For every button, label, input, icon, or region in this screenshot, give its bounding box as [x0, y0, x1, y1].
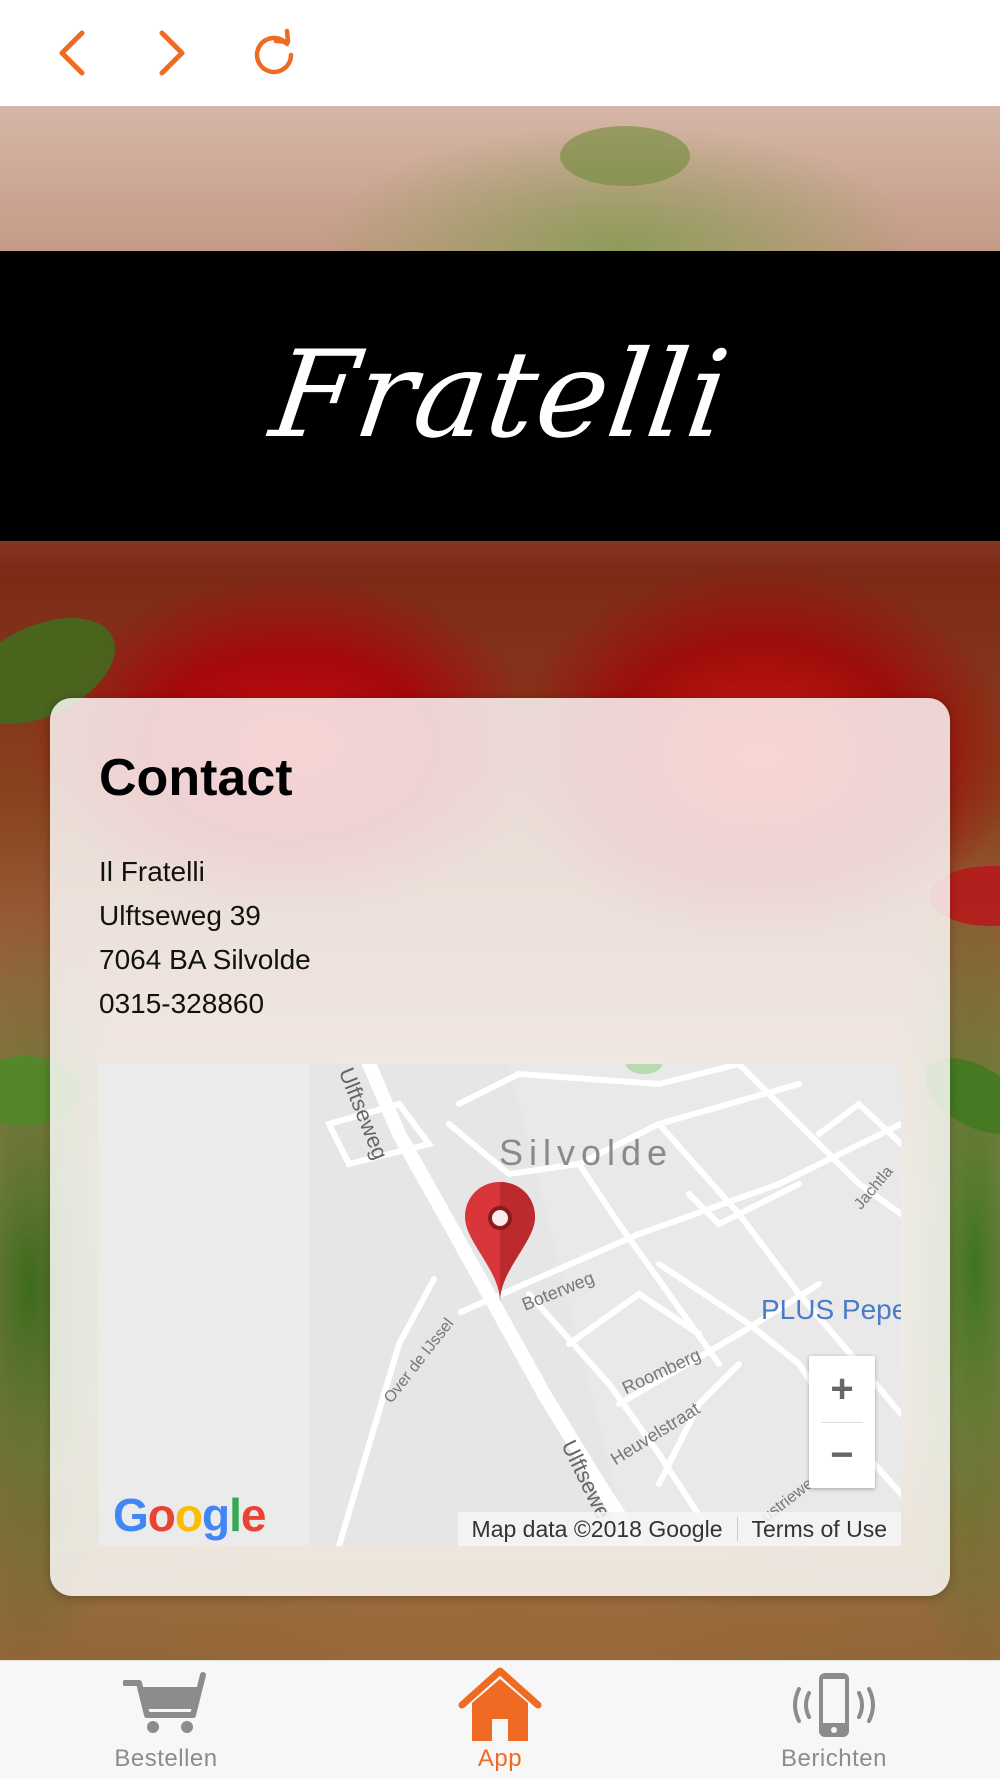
cart-icon — [123, 1672, 206, 1733]
contact-title: Contact — [99, 749, 293, 807]
home-icon — [458, 1667, 542, 1741]
browser-toolbar — [0, 0, 1000, 106]
reload-icon — [254, 28, 294, 75]
postal-city: 7064 BA Silvolde — [99, 944, 311, 975]
bottom-tab-bar: Bestellen App Berichten — [0, 1660, 1000, 1779]
phone-number[interactable]: 0315-328860 — [99, 982, 311, 1026]
forward-button[interactable] — [142, 24, 202, 82]
tab-bestellen[interactable]: Bestellen — [66, 1661, 266, 1779]
zoom-control: + − — [809, 1356, 875, 1488]
contact-address: Il Fratelli Ulftseweg 39 7064 BA Silvold… — [99, 850, 311, 1026]
zoom-in-button[interactable]: + — [809, 1356, 875, 1422]
chevron-left-icon — [59, 30, 85, 76]
phone-vibrate-icon — [793, 1673, 875, 1737]
terms-of-use-link[interactable]: Terms of Use — [738, 1516, 901, 1543]
google-logo[interactable]: Google — [113, 1488, 266, 1542]
restaurant-logo: Fratelli — [263, 326, 738, 465]
poi-label[interactable]: PLUS Pepe — [761, 1294, 901, 1326]
business-name: Il Fratelli — [99, 856, 205, 887]
reload-button[interactable] — [244, 24, 304, 82]
zoom-out-button[interactable]: − — [809, 1422, 875, 1488]
logo-banner: Fratelli — [0, 251, 1000, 541]
tab-app[interactable]: App — [400, 1661, 600, 1779]
tab-label: Berichten — [781, 1745, 887, 1772]
google-map[interactable]: Ulftseweg Boterweg Over de IJssel Roombe… — [99, 1064, 901, 1546]
tab-label: App — [477, 1745, 523, 1772]
map-pin-icon[interactable] — [463, 1180, 537, 1304]
map-data-text: Map data ©2018 Google — [471, 1515, 723, 1542]
back-button[interactable] — [42, 24, 102, 82]
town-label: Silvolde — [499, 1132, 674, 1173]
chevron-right-icon — [159, 30, 185, 76]
street-address: Ulftseweg 39 — [99, 900, 261, 931]
tab-berichten[interactable]: Berichten — [734, 1661, 934, 1779]
map-attribution: Map data ©2018 Google Terms of Use — [457, 1512, 901, 1546]
tab-label: Bestellen — [114, 1745, 218, 1772]
contact-card: Contact Il Fratelli Ulftseweg 39 7064 BA… — [50, 698, 950, 1596]
